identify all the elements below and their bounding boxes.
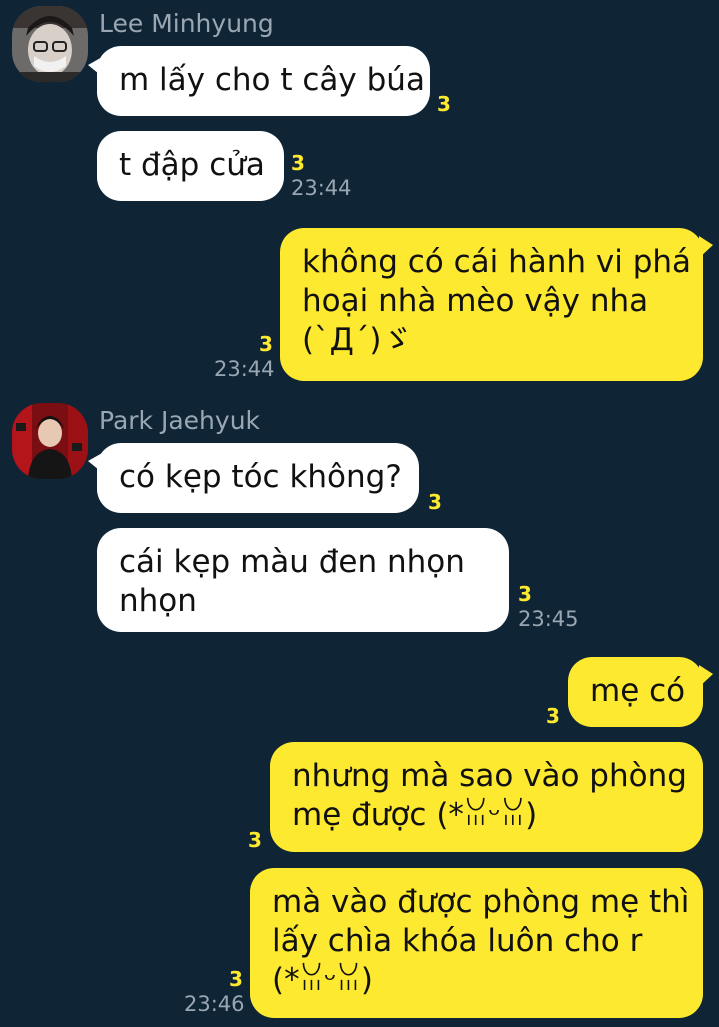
message-text: có kẹp tóc không?: [119, 459, 402, 495]
message-bubble-outgoing[interactable]: mà vào được phòng mẹ thì lấy chìa khóa l…: [250, 868, 703, 1018]
message-text-line: cái kẹp màu đen nhọn: [119, 544, 465, 580]
unread-count: 3: [229, 967, 243, 991]
message-text-line: mẹ được (*ꈍᵕꈍ): [292, 797, 538, 833]
message-text-line: hoại nhà mèo vậy nha: [302, 283, 649, 319]
bubble-tail-outgoing: [699, 236, 713, 258]
message-timestamp: 23:46: [184, 992, 245, 1016]
sender-name-lee: Lee Minhyung: [99, 9, 274, 38]
message-timestamp: 23:44: [291, 176, 352, 200]
message-text: m lấy cho t cây búa: [119, 62, 425, 98]
message-text: mẹ có: [590, 673, 686, 709]
message-text-line: (*ꈍᵕꈍ): [272, 962, 373, 998]
unread-count: 3: [428, 490, 442, 514]
message-text-line: nhưng mà sao vào phòng: [292, 758, 687, 794]
message-timestamp: 23:45: [518, 607, 579, 631]
message-bubble-outgoing[interactable]: mẹ có: [568, 657, 703, 727]
avatar-park-jaehyuk[interactable]: [12, 403, 88, 479]
message-text: t đập cửa: [119, 147, 265, 183]
message-timestamp: 23:44: [214, 357, 275, 381]
unread-count: 3: [546, 704, 560, 728]
message-text-line: lấy chìa khóa luôn cho r: [272, 923, 643, 959]
message-bubble-incoming[interactable]: có kẹp tóc không?: [97, 443, 419, 513]
message-bubble-incoming[interactable]: cái kẹp màu đen nhọn nhọn: [97, 528, 509, 632]
message-text-line: nhọn: [119, 583, 197, 619]
message-bubble-incoming[interactable]: m lấy cho t cây búa: [97, 46, 430, 116]
unread-count: 3: [291, 151, 305, 175]
message-text-line: (`Д´)ゞ: [302, 322, 413, 358]
unread-count: 3: [259, 332, 273, 356]
sender-name-park: Park Jaehyuk: [99, 406, 261, 435]
message-bubble-outgoing[interactable]: không có cái hành vi phá hoại nhà mèo vậ…: [280, 228, 703, 381]
bubble-tail-outgoing: [699, 665, 713, 687]
avatar-lee-minhyung[interactable]: [12, 6, 88, 82]
unread-count: 3: [518, 582, 532, 606]
unread-count: 3: [437, 92, 451, 116]
message-text-line: không có cái hành vi phá: [302, 244, 692, 280]
message-text-line: mà vào được phòng mẹ thì: [272, 884, 690, 920]
message-bubble-incoming[interactable]: t đập cửa: [97, 131, 284, 201]
message-bubble-outgoing[interactable]: nhưng mà sao vào phòng mẹ được (*ꈍᵕꈍ): [270, 742, 703, 852]
unread-count: 3: [248, 828, 262, 852]
